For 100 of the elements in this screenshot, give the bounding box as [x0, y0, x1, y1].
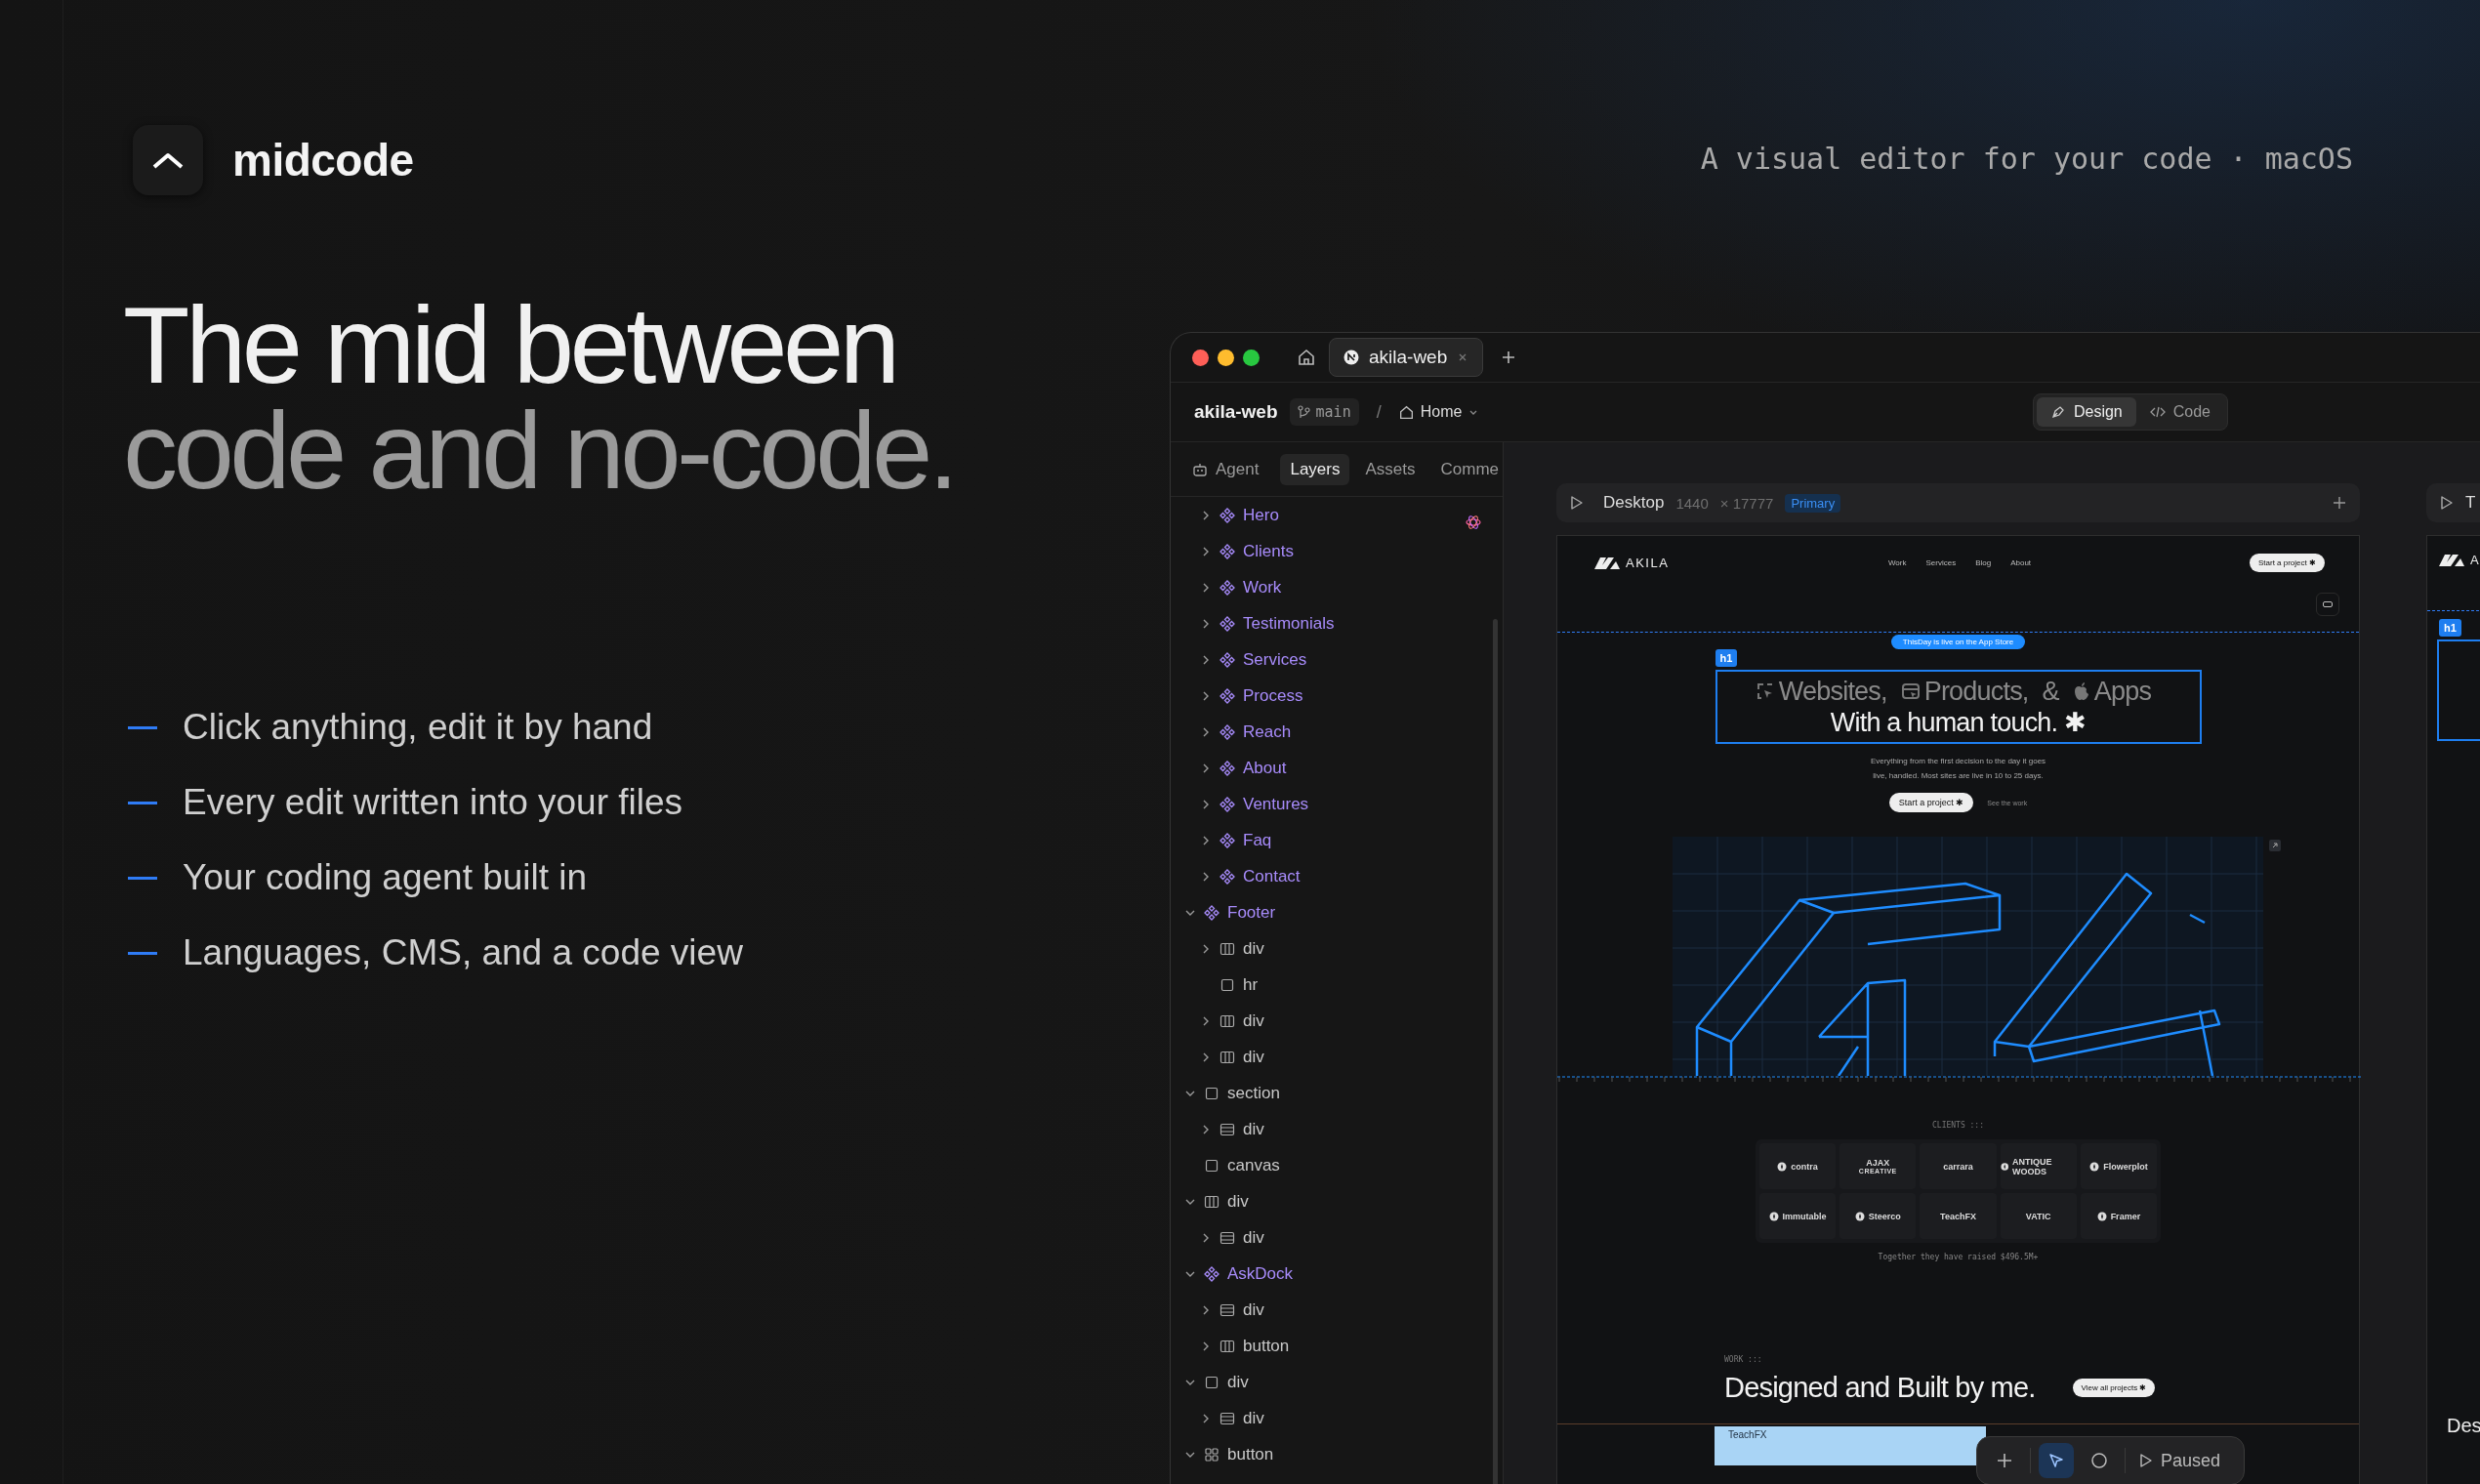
project-name: akila-web [1194, 401, 1278, 423]
layer-item[interactable]: section [1171, 1075, 1503, 1111]
component-icon [1219, 832, 1235, 848]
component-icon [1219, 579, 1235, 596]
panel-tab[interactable]: Comme [1430, 453, 1503, 485]
site-brand: AKILA [1626, 556, 1670, 570]
cta-button[interactable]: Start a project ✱ [2249, 554, 2325, 572]
feature-text: Every edit written into your files [183, 782, 683, 823]
intro-text: live, handled. Most sites are live in 10 to 25 days. [1872, 770, 2045, 782]
dash-icon [128, 801, 157, 804]
columns-icon [1219, 1338, 1235, 1354]
scrollbar[interactable] [1493, 619, 1498, 1484]
frame-width: 1440 [1675, 494, 1709, 512]
add-icon[interactable] [2333, 496, 2346, 510]
layer-item[interactable]: Work [1171, 569, 1503, 605]
client-logo: TeachFX [1920, 1193, 1997, 1239]
mode-tab[interactable]: Design [2036, 397, 2136, 427]
columns-icon [1219, 1049, 1235, 1065]
nav-link[interactable]: About [2010, 558, 2032, 567]
element-tag: h1 [2439, 619, 2461, 637]
layer-item[interactable]: Faq [1171, 822, 1503, 858]
expand-icon[interactable] [2269, 840, 2281, 851]
layer-item[interactable]: div [1171, 1364, 1503, 1400]
close-button[interactable] [1192, 349, 1209, 366]
layer-item[interactable]: AskDock [1171, 1256, 1503, 1292]
client-logo: ANTIQUE WOODS [2000, 1143, 2077, 1189]
layer-item[interactable]: div [1171, 930, 1503, 967]
logo-mark-icon [1768, 1211, 1779, 1221]
robot-icon [1192, 461, 1208, 477]
component-icon [1219, 543, 1235, 559]
panel-tab[interactable]: Layers [1280, 453, 1350, 485]
framework-icon [1343, 350, 1359, 365]
menu-icon [2323, 601, 2333, 607]
layer-item[interactable]: Testimonials [1171, 605, 1503, 641]
layer-item[interactable]: div [1171, 1183, 1503, 1219]
layer-item[interactable]: canvas [1171, 1147, 1503, 1183]
minimize-button[interactable] [1218, 349, 1234, 366]
layer-item[interactable]: Footer [1171, 894, 1503, 930]
start-project-button[interactable]: Start a project ✱ [1888, 793, 1974, 812]
layer-item[interactable]: Clients [1171, 533, 1503, 569]
layer-item[interactable]: button [1171, 1436, 1503, 1472]
layer-item[interactable]: button [1171, 1328, 1503, 1364]
layer-item[interactable]: Hero [1171, 497, 1503, 533]
branch-chip[interactable]: main [1289, 398, 1359, 426]
raised-text: Together they have raised $496.5M+ [1877, 1253, 2040, 1261]
logo-mark-icon [2096, 1211, 2107, 1221]
rows-icon [1219, 1121, 1235, 1137]
nav-link[interactable]: Work [1887, 558, 1907, 567]
square-icon [1204, 1085, 1219, 1101]
section-label: CLIENTS ::: [1931, 1121, 1985, 1130]
project-card[interactable]: TeachFX [1715, 1426, 1986, 1465]
code-icon [2149, 404, 2166, 420]
client-logo: VATIC [2000, 1193, 2077, 1239]
layer-item[interactable]: Reach [1171, 714, 1503, 750]
layer-item[interactable]: div [1171, 1111, 1503, 1147]
frame-height: × 17777 [1719, 494, 1774, 512]
layer-item[interactable]: hr [1171, 967, 1503, 1003]
maximize-button[interactable] [1243, 349, 1260, 366]
page-selector[interactable]: Home [1398, 403, 1479, 421]
frame-title: Desktop [1603, 493, 1665, 513]
selection-box[interactable]: Websites, Products, & Apps With a human touch. ✱ [1715, 670, 2202, 744]
heading-word: Products, [1923, 676, 2029, 707]
tool-button[interactable] [2039, 1443, 2074, 1478]
hero-heading: With a human touch. ✱ [1830, 707, 2087, 738]
heading-word: Websites, [1778, 676, 1887, 707]
rows-icon [1219, 1301, 1235, 1318]
logo-mark-icon [1854, 1211, 1865, 1221]
mode-tab[interactable]: Code [2135, 397, 2224, 427]
client-logo: Steerco [1839, 1193, 1917, 1239]
play-icon[interactable] [1570, 495, 1584, 511]
add-tab-icon[interactable] [1501, 350, 1517, 365]
element-tag: h1 [1715, 649, 1738, 667]
layer-item[interactable]: Ventures [1171, 786, 1503, 822]
play-icon[interactable] [2440, 495, 2454, 511]
browser-tab[interactable]: akila-web [1329, 338, 1484, 377]
playback-button[interactable]: Paused [2139, 1450, 2221, 1471]
panel-tab[interactable]: Assets [1355, 453, 1426, 485]
rows-icon [1219, 1229, 1235, 1246]
layer-item[interactable]: Process [1171, 678, 1503, 714]
layer-item[interactable]: div [1171, 1003, 1503, 1039]
component-icon [1219, 796, 1235, 812]
nav-link[interactable]: Blog [1975, 558, 1992, 567]
apple-icon [2072, 681, 2090, 701]
logo-mark-icon [2000, 1161, 2009, 1172]
layer-item[interactable]: div [1171, 1292, 1503, 1328]
home-icon[interactable] [1298, 349, 1315, 366]
layer-item[interactable]: div [1171, 1039, 1503, 1075]
layer-item[interactable]: div [1171, 1219, 1503, 1256]
site-brand: A [2470, 553, 2479, 567]
menu-button[interactable] [2316, 593, 2339, 616]
heading-word: & [2042, 676, 2059, 707]
nav-link[interactable]: Services [1925, 558, 1957, 567]
app-logo [133, 125, 203, 195]
panel-tab[interactable]: Agent [1182, 453, 1269, 485]
layer-item[interactable]: Services [1171, 641, 1503, 678]
layer-item[interactable]: Contact [1171, 858, 1503, 894]
view-projects-button[interactable]: View all projects ✱ [2072, 1379, 2156, 1397]
layer-item[interactable]: div [1171, 1400, 1503, 1436]
columns-icon [1219, 1012, 1235, 1029]
layer-item[interactable]: About [1171, 750, 1503, 786]
